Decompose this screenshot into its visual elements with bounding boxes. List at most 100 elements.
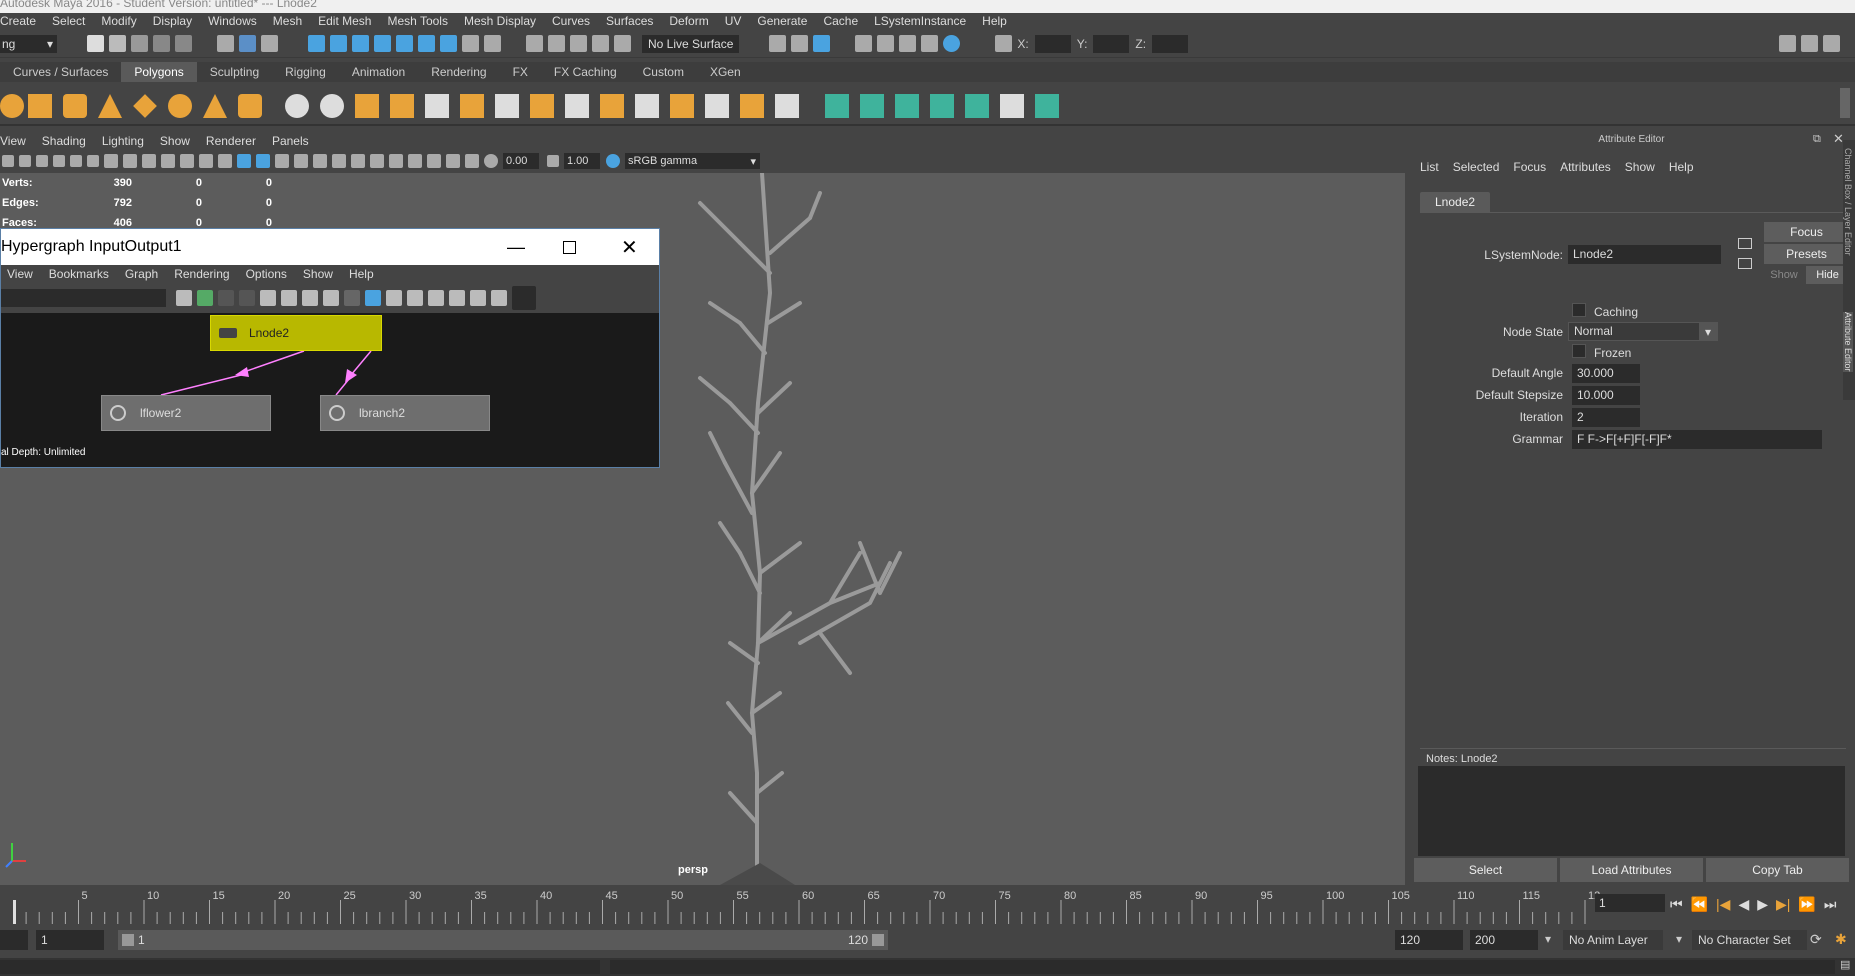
exposure-icon[interactable] xyxy=(484,154,498,168)
select-tool-icon[interactable] xyxy=(217,35,234,52)
render-view-icon[interactable] xyxy=(769,35,787,52)
traversal-depth-icon[interactable] xyxy=(470,290,486,306)
menu-edit-mesh[interactable]: Edit Mesh xyxy=(318,14,371,28)
anim-layer-select[interactable]: No Anim Layer xyxy=(1563,930,1663,950)
hypergraph-menu-rendering[interactable]: Rendering xyxy=(174,267,229,281)
sphere-icon[interactable] xyxy=(0,94,24,118)
tab-fx-caching[interactable]: FX Caching xyxy=(541,62,630,82)
combine-icon[interactable] xyxy=(285,94,309,118)
menu-windows[interactable]: Windows xyxy=(208,14,257,28)
current-frame-field[interactable]: 1 xyxy=(1595,894,1665,912)
refresh-icon[interactable] xyxy=(614,35,631,52)
presets-button[interactable]: Presets xyxy=(1764,244,1849,264)
help-icon[interactable] xyxy=(440,35,457,52)
scene-hierarchy-icon[interactable] xyxy=(176,290,192,306)
wireframe-icon[interactable] xyxy=(237,154,251,168)
merge-icon[interactable] xyxy=(740,94,764,118)
gamma-field[interactable]: 1.00 xyxy=(564,153,600,169)
extrude-icon[interactable] xyxy=(530,94,554,118)
ae-menu-selected[interactable]: Selected xyxy=(1453,160,1500,174)
plane-icon[interactable] xyxy=(133,94,157,118)
panel-menu-show[interactable]: Show xyxy=(160,134,190,148)
xray-icon[interactable] xyxy=(427,154,441,168)
menu-uv[interactable]: UV xyxy=(725,14,742,28)
exposure-field[interactable]: 0.00 xyxy=(503,153,539,169)
snap-grid-icon[interactable] xyxy=(308,35,325,52)
transform-icon[interactable] xyxy=(995,35,1013,52)
wireframe-on-shaded-icon[interactable] xyxy=(275,154,289,168)
menu-mesh[interactable]: Mesh xyxy=(273,14,302,28)
motion-blur-icon[interactable] xyxy=(370,154,384,168)
append-icon[interactable] xyxy=(600,94,624,118)
uv-layout-icon[interactable] xyxy=(1035,94,1059,118)
range-slider[interactable]: 1 120 xyxy=(118,930,888,950)
magnet-icon[interactable] xyxy=(484,35,501,52)
playback-start-field[interactable]: 1 xyxy=(36,930,104,950)
colorspace-select[interactable]: sRGB gamma ▾ xyxy=(625,153,760,169)
menu-mesh-tools[interactable]: Mesh Tools xyxy=(387,14,447,28)
menu-curves[interactable]: Curves xyxy=(552,14,590,28)
safe-action-icon[interactable] xyxy=(199,154,213,168)
pipe-icon[interactable] xyxy=(238,94,262,118)
caching-checkbox[interactable] xyxy=(1572,303,1586,317)
default-stepsize-field[interactable]: 10.000 xyxy=(1572,386,1640,405)
go-to-start-icon[interactable]: ⏮ xyxy=(1670,896,1683,913)
workspace-icon[interactable] xyxy=(1779,35,1796,52)
shadows-icon[interactable] xyxy=(332,154,346,168)
panel-menu-shading[interactable]: Shading xyxy=(42,134,86,148)
tab-animation[interactable]: Animation xyxy=(339,62,418,82)
camera-attr-icon[interactable] xyxy=(19,155,31,167)
hypergraph-menu-view[interactable]: View xyxy=(7,267,33,281)
x-field[interactable] xyxy=(1034,34,1071,53)
bevel-icon[interactable] xyxy=(460,94,484,118)
multicut-icon[interactable] xyxy=(635,94,659,118)
render-frame-icon[interactable] xyxy=(791,35,809,52)
pyramid-icon[interactable] xyxy=(203,94,227,118)
increase-depth-icon[interactable] xyxy=(491,290,507,306)
cone-icon[interactable] xyxy=(98,94,122,118)
paint-select-icon[interactable] xyxy=(261,35,278,52)
layout-vertical-icon[interactable] xyxy=(365,290,381,306)
ae-tab[interactable]: Lnode2 xyxy=(1420,192,1491,212)
show-button[interactable]: Show xyxy=(1764,266,1804,284)
auto-map-icon[interactable] xyxy=(930,94,954,118)
lasso-tool-icon[interactable] xyxy=(239,35,256,52)
panel-menu-renderer[interactable]: Renderer xyxy=(206,134,256,148)
tab-curves-surfaces[interactable]: Curves / Surfaces xyxy=(0,62,121,82)
separate-icon[interactable] xyxy=(320,94,344,118)
frame-branch-icon[interactable] xyxy=(449,290,465,306)
tab-fx[interactable]: FX xyxy=(500,62,541,82)
node-lnode2[interactable]: Lnode2 xyxy=(210,315,382,351)
node-state-select[interactable]: Normal ▾ xyxy=(1568,322,1718,341)
cylindrical-map-icon[interactable] xyxy=(860,94,884,118)
notes-textarea[interactable] xyxy=(1418,766,1845,856)
step-forward-frame-icon[interactable]: ▶| xyxy=(1776,896,1790,913)
torus-icon[interactable] xyxy=(168,94,192,118)
film-gate-icon[interactable] xyxy=(123,154,137,168)
shelf-scroll-icon[interactable] xyxy=(1840,88,1850,118)
ae-menu-list[interactable]: List xyxy=(1420,160,1439,174)
isolate-icon[interactable] xyxy=(408,154,422,168)
layout-icon[interactable] xyxy=(1801,35,1818,52)
undo-icon[interactable] xyxy=(153,35,170,52)
textured-icon[interactable] xyxy=(294,154,308,168)
tab-rigging[interactable]: Rigging xyxy=(272,62,339,82)
resolution-gate-icon[interactable] xyxy=(142,154,156,168)
ae-menu-show[interactable]: Show xyxy=(1625,160,1655,174)
current-time-marker[interactable] xyxy=(13,900,16,924)
cube-icon[interactable] xyxy=(28,94,52,118)
history-icon[interactable] xyxy=(526,35,543,52)
lock-icon[interactable] xyxy=(462,35,479,52)
iteration-field[interactable]: 2 xyxy=(1572,408,1640,427)
panel-menu-view[interactable]: View xyxy=(0,134,26,148)
hypergraph-menu-help[interactable]: Help xyxy=(349,267,374,281)
menu-modify[interactable]: Modify xyxy=(101,14,136,28)
hypergraph-search-input[interactable] xyxy=(1,289,166,307)
frame-hierarchy-icon[interactable] xyxy=(428,290,444,306)
menu-surfaces[interactable]: Surfaces xyxy=(606,14,653,28)
input-icon[interactable] xyxy=(548,35,565,52)
xray-joints-icon[interactable] xyxy=(446,154,460,168)
camera-select-icon[interactable] xyxy=(2,155,14,167)
redo-icon[interactable] xyxy=(175,35,192,52)
snap-point-icon[interactable] xyxy=(352,35,369,52)
